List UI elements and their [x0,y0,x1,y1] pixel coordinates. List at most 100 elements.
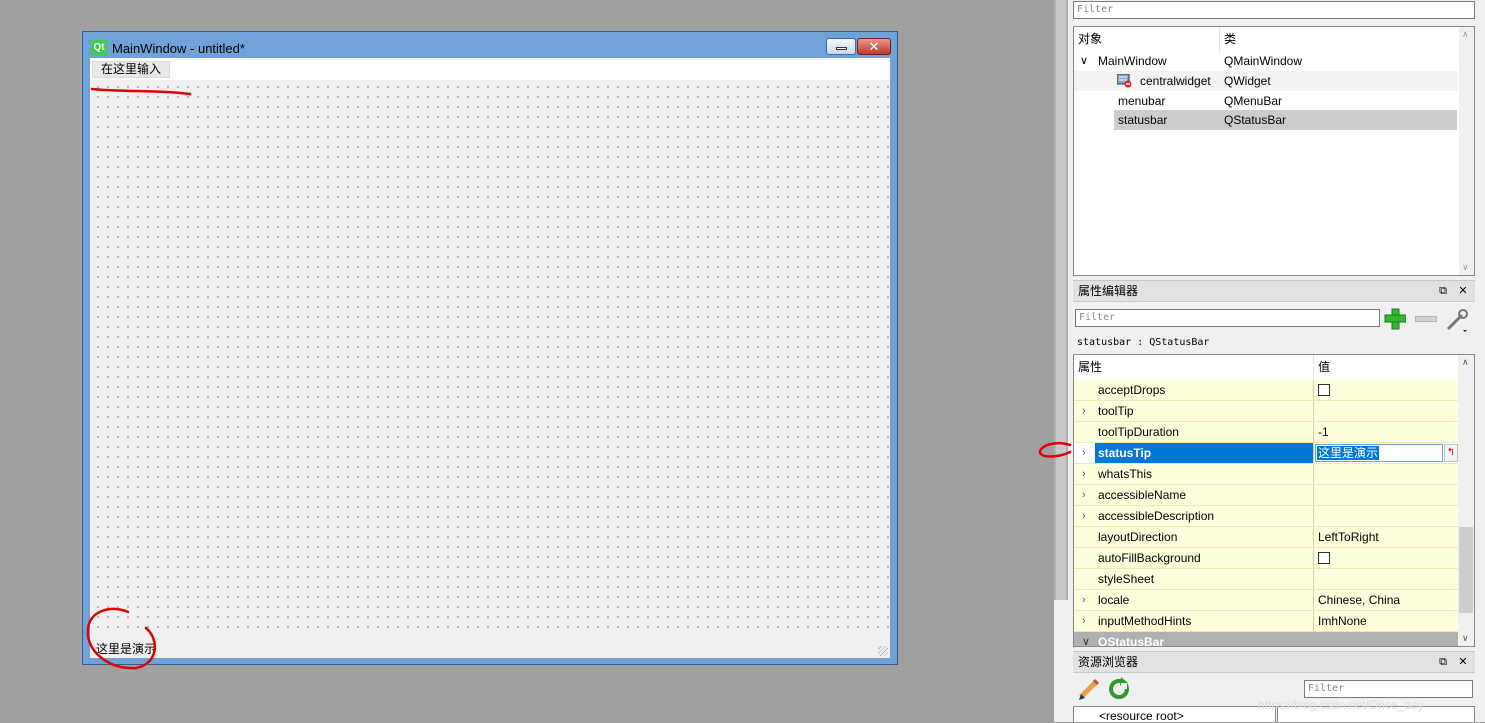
qt-logo-icon: Qt [91,40,107,56]
column-header-class[interactable]: 类 [1220,27,1458,52]
object-filter-input[interactable]: Filter [1073,1,1475,19]
reload-icon[interactable] [1107,677,1131,701]
column-header-value[interactable]: 值 [1318,355,1330,380]
property-table-header: 属性 值 [1074,355,1459,381]
object-tree-scrollbar[interactable]: ∧ ∨ [1459,27,1474,275]
object-class: QStatusBar [1224,113,1287,127]
property-row-whatsthis[interactable]: › whatsThis [1074,464,1459,485]
chevron-right-icon[interactable]: › [1082,464,1086,484]
column-header-property[interactable]: 属性 [1078,355,1102,380]
statustip-value-editor[interactable]: 这里是演示 [1315,444,1443,462]
designer-main-window[interactable]: Qt MainWindow - untitled* ✕ 在这里输入 这里是演示 [82,31,898,665]
float-icon[interactable]: ⧉ [1435,283,1451,299]
property-row-autofillbackground[interactable]: autoFillBackground [1074,548,1459,569]
window-title-bar[interactable]: Qt MainWindow - untitled* ✕ [83,32,897,58]
object-name: MainWindow [1098,54,1167,68]
chevron-right-icon[interactable]: › [1082,611,1086,631]
property-group-qstatusbar[interactable]: ∨ QStatusBar [1074,632,1459,647]
chevron-down-icon: ∨ [1080,55,1089,67]
layout-broken-icon [1116,73,1132,88]
checkbox[interactable] [1318,552,1330,564]
statustip-value-selected-text: 这里是演示 [1317,446,1380,460]
property-value[interactable]: LeftToRight [1318,527,1379,547]
scroll-up-icon[interactable]: ∧ [1462,357,1469,368]
property-row-stylesheet[interactable]: styleSheet [1074,569,1459,590]
property-filter-input[interactable]: Filter [1075,309,1380,327]
minimize-button[interactable] [826,38,856,55]
property-editor-title-bar[interactable]: 属性编辑器 ⧉ ✕ [1073,280,1475,302]
window-close-button[interactable]: ✕ [857,38,891,55]
property-name: toolTipDuration [1098,425,1179,439]
property-group-name: QStatusBar [1098,635,1165,647]
menu-type-here-item[interactable]: 在这里输入 [92,61,171,78]
checkbox[interactable] [1318,384,1330,396]
object-class: QMenuBar [1224,94,1283,108]
property-row-accessiblename[interactable]: › accessibleName [1074,485,1459,506]
property-row-tooltipduration[interactable]: toolTipDuration -1 [1074,422,1459,443]
property-name: inputMethodHints [1098,614,1192,628]
form-menubar[interactable]: 在这里输入 [90,58,890,80]
property-table-scroll-thumb[interactable] [1459,527,1473,613]
property-value[interactable]: -1 [1318,422,1329,442]
property-name: styleSheet [1098,572,1155,586]
object-tree[interactable]: 对象 类 ∨ MainWindow QMainWindow centralwid… [1073,26,1475,276]
tree-row-statusbar[interactable]: statusbar QStatusBar [1114,110,1457,130]
form-statusbar[interactable]: 这里是演示 [90,636,890,658]
resource-browser-title: 资源浏览器 [1078,655,1139,669]
minus-icon[interactable] [1415,316,1437,322]
property-row-layoutdirection[interactable]: layoutDirection LeftToRight [1074,527,1459,548]
tree-row-mainwindow[interactable]: ∨ MainWindow QMainWindow [1074,51,1458,71]
chevron-right-icon[interactable]: › [1082,590,1086,610]
property-row-inputmethodhints[interactable]: › inputMethodHints ImhNone [1074,611,1459,632]
wrench-icon[interactable] [1445,308,1469,332]
property-row-statustip[interactable]: › statusTip 这里是演示 ↰ [1074,443,1459,464]
chevron-right-icon[interactable]: › [1082,485,1086,505]
pencil-icon[interactable] [1077,677,1101,701]
close-icon[interactable]: ✕ [1455,283,1471,299]
resource-browser-title-bar[interactable]: 资源浏览器 ⧉ ✕ [1073,651,1475,673]
close-icon[interactable]: ✕ [1455,654,1471,670]
size-grip-icon[interactable] [878,646,888,656]
property-row-accessibledescription[interactable]: › accessibleDescription [1074,506,1459,527]
scroll-down-icon[interactable]: ∨ [1462,262,1469,273]
scroll-down-icon[interactable]: ∨ [1462,633,1469,644]
property-name: whatsThis [1098,467,1153,481]
property-name: statusTip [1098,446,1152,460]
chevron-right-icon[interactable]: › [1082,506,1086,526]
float-icon[interactable]: ⧉ [1435,654,1451,670]
property-row-locale[interactable]: › locale Chinese, China [1074,590,1459,611]
property-editor-title: 属性编辑器 [1078,284,1139,298]
object-class: QMainWindow [1224,54,1303,68]
property-row-acceptdrops[interactable]: acceptDrops [1074,380,1459,401]
dock-splitter-handle[interactable] [1056,0,1066,600]
minimize-icon [836,47,847,50]
plus-icon[interactable] [1384,308,1407,330]
property-value[interactable]: Chinese, China [1318,590,1400,610]
column-header-object[interactable]: 对象 [1074,27,1220,52]
property-name: locale [1098,593,1130,607]
tree-row-centralwidget[interactable]: centralwidget QWidget [1074,71,1458,91]
property-name: accessibleName [1098,488,1187,502]
resource-filter-input[interactable]: Filter [1304,680,1473,698]
close-icon: ✕ [868,39,880,54]
property-row-tooltip[interactable]: › toolTip [1074,401,1459,422]
object-name: centralwidget [1140,74,1211,88]
window-title: MainWindow - untitled* [112,41,245,56]
reset-icon[interactable]: ↰ [1444,444,1458,462]
tree-row-menubar[interactable]: menubar QMenuBar [1074,91,1458,111]
chevron-right-icon[interactable]: › [1082,443,1086,463]
property-object-label: statusbar : QStatusBar [1077,337,1210,348]
object-name: statusbar [1118,113,1168,127]
resource-root-item[interactable]: <resource root> [1099,709,1184,723]
property-name: layoutDirection [1098,530,1178,544]
property-table[interactable]: 属性 值 acceptDrops › toolTip toolTipDurati… [1073,354,1475,647]
status-message: 这里是演示 [96,642,157,656]
resource-tree[interactable]: <resource root> [1073,706,1276,723]
watermark-text: https://blog.csdn.net/Once_day [1258,698,1424,712]
property-value[interactable]: ImhNone [1318,611,1367,631]
form-canvas[interactable]: 在这里输入 这里是演示 [90,58,890,658]
scroll-up-icon[interactable]: ∧ [1462,29,1469,40]
property-name: toolTip [1098,404,1134,418]
chevron-down-icon[interactable]: ∨ [1082,632,1090,646]
chevron-right-icon[interactable]: › [1082,401,1086,421]
